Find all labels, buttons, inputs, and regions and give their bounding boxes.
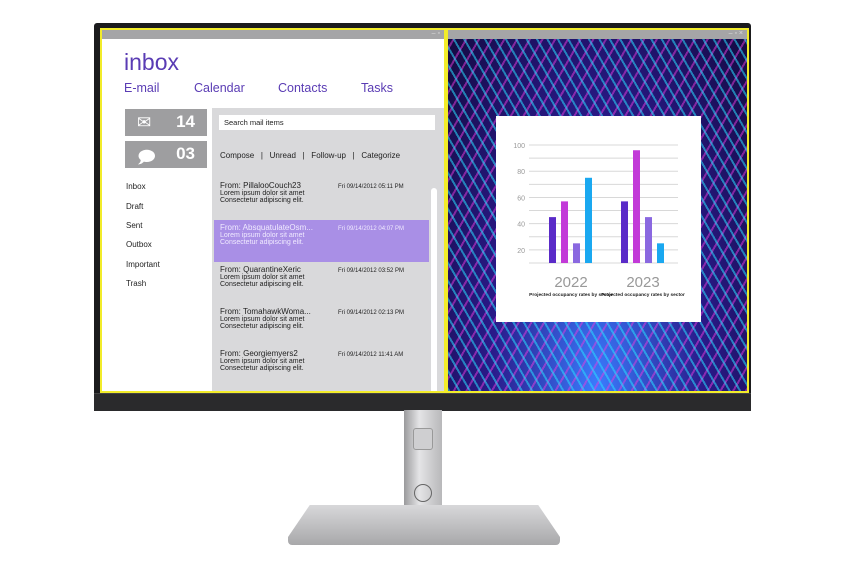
category-label: 2023	[626, 274, 659, 291]
message-count: 03	[176, 144, 195, 163]
mail-list-pane: Search mail items Compose | Unread | Fol…	[212, 108, 444, 391]
monitor-stand-base	[288, 505, 560, 545]
bar	[573, 243, 580, 263]
mail-toolbar[interactable]: Compose | Unread | Follow-up | Categoriz…	[220, 151, 400, 160]
mail-item[interactable]: From: Georgiemyers2 Fri 09/14/2012 11:41 …	[214, 346, 429, 388]
mail-sender: From: Georgiemyers2	[220, 349, 298, 358]
envelope-icon: ✉	[137, 113, 152, 132]
cable-hole	[413, 428, 433, 450]
mail-item[interactable]: From: PillalooCouch23 Fri 09/14/2012 05:1…	[214, 178, 429, 220]
mail-date: Fri 09/14/2012 05:11 PM	[338, 184, 404, 190]
mail-sender: From: TomahawkWoma...	[220, 307, 311, 316]
mail-sender: From: AbsquatulateOsm...	[220, 223, 313, 232]
y-tick-label: 20	[517, 248, 525, 255]
y-tick-label: 80	[517, 169, 525, 176]
folder-draft[interactable]: Draft	[126, 202, 143, 211]
folder-sent[interactable]: Sent	[126, 221, 142, 230]
app-title: inbox	[124, 49, 179, 75]
mail-count: 14	[176, 112, 195, 131]
dell-logo-icon	[414, 484, 432, 502]
mail-preview-line: Consectetur adipiscing elit.	[220, 323, 304, 330]
mail-date: Fri 09/14/2012 11:41 AM	[338, 352, 404, 358]
bar	[549, 217, 556, 263]
mail-preview-line: Consectetur adipiscing elit.	[220, 365, 304, 372]
mail-date: Fri 09/14/2012 02:13 PM	[338, 310, 405, 316]
bar	[633, 150, 640, 263]
mail-item[interactable]: From: TomahawkWoma... Fri 09/14/2012 02:1…	[214, 304, 429, 346]
folder-inbox[interactable]: Inbox	[126, 182, 146, 191]
mail-preview-line: Lorem ipsum dolor sit amet	[220, 274, 305, 281]
bar-chart: 20 40 60 80 100 2022 Projected occupancy rates…	[513, 143, 685, 298]
category-caption: Projected occupancy rates by sector	[601, 292, 685, 298]
mail-item[interactable]: From: QuarantineXeric Fri 09/14/2012 03:5…	[214, 262, 429, 304]
mail-date: Fri 09/14/2012 03:52 PM	[338, 268, 405, 274]
nav-tasks[interactable]: Tasks	[361, 81, 393, 95]
folder-outbox[interactable]: Outbox	[126, 240, 152, 249]
monitor-chin	[94, 393, 751, 411]
bar	[645, 217, 652, 263]
mail-preview-line: Consectetur adipiscing elit.	[220, 281, 304, 288]
bar	[561, 201, 568, 263]
mail-preview-line: Lorem ipsum dolor sit amet	[220, 316, 305, 323]
message-count-tile[interactable]: 🗩 03	[125, 141, 207, 168]
bar	[621, 201, 628, 263]
mail-preview-line: Consectetur adipiscing elit.	[220, 197, 304, 204]
y-tick-label: 40	[517, 222, 525, 229]
wallpaper-window: – ▫ × 20 40 60 80 100 2022 Projected occupancy…	[446, 28, 749, 393]
y-tick-label: 60	[517, 195, 525, 202]
bar	[585, 177, 592, 263]
mail-preview-line: Lorem ipsum dolor sit amet	[220, 190, 305, 197]
mail-item[interactable]: From: AbsquatulateOsm... Fri 09/14/2012 0…	[214, 220, 429, 262]
title-bar: – ▫ ×	[448, 30, 747, 39]
window-controls-icon[interactable]: – ▫ ×	[729, 30, 743, 38]
title-bar: – ▫	[102, 30, 444, 39]
category-label: 2022	[554, 274, 587, 291]
nav-email[interactable]: E-mail	[124, 81, 159, 95]
mail-sender: From: PillalooCouch23	[220, 181, 301, 190]
mail-preview-line: Lorem ipsum dolor sit amet	[220, 358, 305, 365]
y-tick-label: 100	[513, 143, 525, 150]
chat-bubble-icon: 🗩	[137, 148, 156, 167]
mail-preview-line: Lorem ipsum dolor sit amet	[220, 232, 305, 239]
window-controls-icon[interactable]: – ▫	[432, 30, 440, 38]
chart-card: 20 40 60 80 100 2022 Projected occupancy rates…	[496, 116, 701, 322]
mail-count-tile[interactable]: ✉ 14	[125, 109, 207, 136]
folder-important[interactable]: Important	[126, 260, 160, 269]
nav-calendar[interactable]: Calendar	[194, 81, 245, 95]
nav-contacts[interactable]: Contacts	[278, 81, 327, 95]
mail-preview-line: Consectetur adipiscing elit.	[220, 239, 304, 246]
scrollbar[interactable]	[431, 188, 437, 391]
folder-trash[interactable]: Trash	[126, 279, 146, 288]
search-input[interactable]: Search mail items	[219, 115, 435, 130]
mail-sender: From: QuarantineXeric	[220, 265, 301, 274]
mail-window: – ▫ inbox E-mail Calendar Contacts Tasks…	[100, 28, 446, 393]
mail-date: Fri 09/14/2012 04:07 PM	[338, 226, 405, 232]
bar	[657, 243, 664, 263]
